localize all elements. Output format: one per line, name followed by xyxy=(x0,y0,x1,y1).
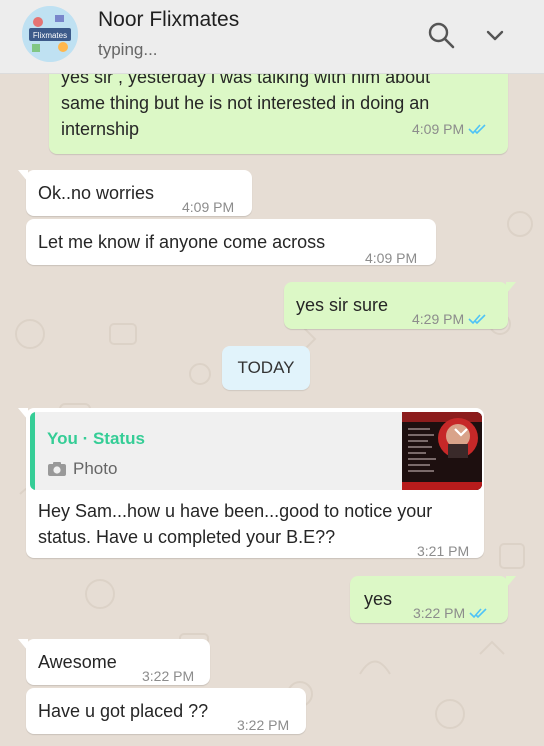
search-button[interactable] xyxy=(426,20,456,50)
contact-name[interactable]: Noor Flixmates xyxy=(98,8,239,32)
flixmates-logo-icon: Flixmates xyxy=(22,6,78,62)
message-time: 3:22 PM xyxy=(413,605,466,621)
double-check-icon xyxy=(468,124,486,135)
bubble-tail xyxy=(18,639,28,651)
message-bubble-incoming[interactable]: Have u got placed ?? 3:22 PM xyxy=(26,688,306,734)
chevron-down-icon xyxy=(486,30,504,41)
message-time: 4:29 PM xyxy=(412,311,465,327)
status-photo-image xyxy=(402,412,482,490)
message-time: 4:09 PM xyxy=(182,199,235,215)
day-divider: TODAY xyxy=(222,346,310,390)
avatar-logo-text: Flixmates xyxy=(33,31,67,40)
contact-avatar[interactable]: Flixmates xyxy=(22,6,78,62)
contact-status: typing... xyxy=(98,40,158,59)
bubble-tail xyxy=(18,408,28,420)
message-list[interactable]: yes sir , yesterday i was talking with h… xyxy=(0,74,544,746)
bubble-tail xyxy=(18,170,28,182)
message-bubble-outgoing[interactable]: yes 3:22 PM xyxy=(350,576,516,626)
bubble-tail xyxy=(506,282,516,294)
message-text: Have u got placed ?? xyxy=(38,701,209,721)
quote-accent-bar xyxy=(30,412,35,490)
message-bubble-incoming[interactable]: You · Status Photo Hey Sam...how u have … xyxy=(18,408,484,559)
double-check-icon xyxy=(468,314,486,325)
message-line: same thing but he is not interested in d… xyxy=(61,93,430,113)
message-line: yes sir , yesterday i was talking with h… xyxy=(61,74,431,87)
quoted-status[interactable]: You · Status Photo xyxy=(30,412,482,490)
message-line: internship xyxy=(61,119,140,139)
message-bubble-incoming[interactable]: Ok..no worries 4:09 PM xyxy=(18,170,252,216)
status-photo-thumbnail[interactable] xyxy=(402,412,482,490)
message-time: 4:09 PM xyxy=(365,250,418,266)
message-meta: 4:09 PM xyxy=(412,116,487,142)
search-icon xyxy=(428,22,455,49)
message-line: status. Have u completed your B.E?? xyxy=(38,527,336,547)
message-bubble-incoming[interactable]: Let me know if anyone come across 4:09 P… xyxy=(26,219,436,266)
double-check-icon xyxy=(469,608,487,619)
camera-icon xyxy=(48,462,66,476)
message-line: Hey Sam...how u have been...good to noti… xyxy=(38,501,433,521)
chat-header: Flixmates Noor Flixmates typing... xyxy=(0,0,544,74)
message-time: 3:22 PM xyxy=(142,668,195,684)
message-text: Awesome xyxy=(38,652,117,672)
message-text: Hey Sam...how u have been...good to noti… xyxy=(38,498,432,550)
message-text: yes sir sure xyxy=(296,295,389,315)
message-text: yes sir , yesterday i was talking with h… xyxy=(61,74,430,142)
chat-menu-button[interactable] xyxy=(480,20,510,50)
message-bubble-outgoing[interactable]: yes sir , yesterday i was talking with h… xyxy=(49,74,508,154)
quote-subtitle: Photo xyxy=(47,456,117,482)
message-text: yes xyxy=(364,589,393,609)
message-bubble-outgoing[interactable]: yes sir sure 4:29 PM xyxy=(284,282,516,332)
message-time: 3:21 PM xyxy=(417,543,470,559)
message-meta: 4:29 PM xyxy=(412,306,487,332)
message-time: 3:22 PM xyxy=(237,717,290,733)
message-text: Let me know if anyone come across xyxy=(38,232,326,252)
message-time: 4:09 PM xyxy=(412,121,465,137)
message-bubble-incoming[interactable]: Awesome 3:22 PM xyxy=(18,639,210,685)
quote-subtitle-text: Photo xyxy=(73,459,118,478)
message-meta: 3:22 PM xyxy=(413,600,488,626)
bubble-tail xyxy=(506,576,516,588)
quote-title: You · Status xyxy=(47,429,145,448)
message-text: Ok..no worries xyxy=(38,183,155,203)
